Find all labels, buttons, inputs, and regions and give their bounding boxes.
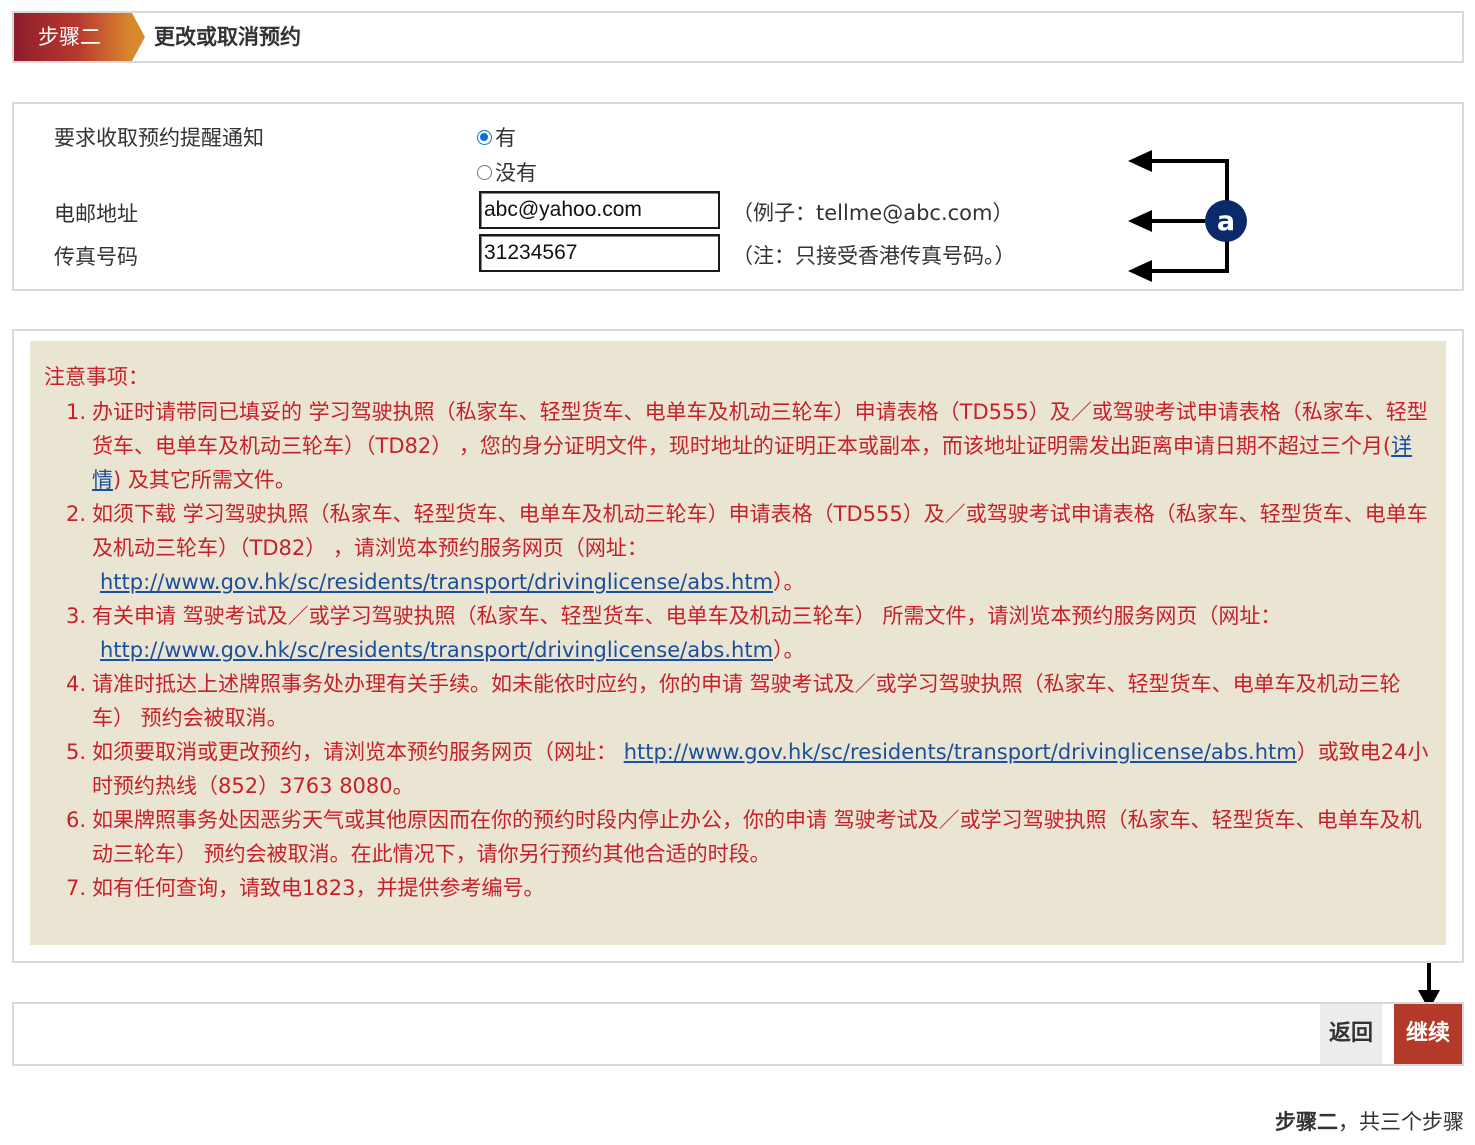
fax-hint: （注：只接受香港传真号码。）	[732, 244, 1016, 268]
fax-field[interactable]	[479, 234, 720, 272]
note-number: 4.	[66, 672, 87, 696]
email-field[interactable]	[479, 191, 720, 229]
note-text: 办证时请带同已填妥的 学习驾驶执照（私家车、轻型货车、电单车及机动三轮车）申请表…	[92, 400, 1428, 458]
note-text: 如须下载 学习驾驶执照（私家车、轻型货车、电单车及机动三轮车）申请表格（TD55…	[92, 502, 1428, 560]
reminder-option-no[interactable]: 没有	[477, 157, 537, 187]
note-number: 3.	[66, 604, 87, 628]
email-hint: （例子：tellme@abc.com）	[732, 201, 1014, 225]
note-item: 5. 如须要取消或更改预约，请浏览本预约服务网页（网址： http://www.…	[66, 735, 1436, 803]
step-progress: 步骤二，共三个步骤	[1275, 1106, 1464, 1136]
note-text-after: ) 及其它所需文件。	[113, 468, 296, 492]
note-text: 如须要取消或更改预约，请浏览本预约服务网页（网址：	[92, 740, 624, 764]
notes-list: 1. 办证时请带同已填妥的 学习驾驶执照（私家车、轻型货车、电单车及机动三轮车）…	[66, 395, 1436, 905]
reminder-no-label: 没有	[495, 161, 537, 185]
fax-label: 传真号码	[54, 245, 138, 269]
note-number: 2.	[66, 502, 87, 526]
button-bar: 返回 继续	[12, 1002, 1464, 1066]
notes-title: 注意事项：	[44, 365, 149, 389]
step-badge: 步骤二	[14, 13, 132, 61]
note-number: 5.	[66, 740, 87, 764]
back-button[interactable]: 返回	[1320, 1004, 1382, 1064]
email-label: 电邮地址	[54, 202, 138, 226]
step-total: ，共三个步骤	[1338, 1110, 1464, 1134]
note-text: 请准时抵达上述牌照事务处办理有关手续。如未能依时应约，你的申请 驾驶考试及／或学…	[92, 672, 1401, 730]
note-text: 如果牌照事务处因恶劣天气或其他原因而在你的预约时段内停止办公，你的申请 驾驶考试…	[92, 808, 1422, 866]
continue-button[interactable]: 继续	[1394, 1004, 1462, 1064]
reminder-label: 要求收取预约提醒通知	[54, 126, 264, 150]
note-item: 7. 如有任何查询，请致电1823，并提供参考编号。	[66, 871, 1436, 905]
note-text-after: ）。	[773, 570, 805, 594]
reminder-no-radio[interactable]	[477, 164, 492, 180]
step-current: 步骤二	[1275, 1110, 1338, 1134]
note-item: 4. 请准时抵达上述牌照事务处办理有关手续。如未能依时应约，你的申请 驾驶考试及…	[66, 667, 1436, 735]
step-title: 更改或取消预约	[154, 25, 301, 49]
note-text: 有关申请 驾驶考试及／或学习驾驶执照（私家车、轻型货车、电单车及机动三轮车） 所…	[92, 604, 1282, 628]
note-item: 3. 有关申请 驾驶考试及／或学习驾驶执照（私家车、轻型货车、电单车及机动三轮车…	[66, 599, 1436, 667]
reminder-form-panel: 要求收取预约提醒通知 有 没有 电邮地址 （例子：tellme@abc.com）…	[12, 102, 1464, 291]
note-item: 6. 如果牌照事务处因恶劣天气或其他原因而在你的预约时段内停止办公，你的申请 驾…	[66, 803, 1436, 871]
reminder-yes-radio[interactable]	[477, 129, 492, 145]
note-number: 1.	[66, 400, 87, 424]
note-item: 1. 办证时请带同已填妥的 学习驾驶执照（私家车、轻型货车、电单车及机动三轮车）…	[66, 395, 1436, 497]
step-badge-arrow	[132, 13, 145, 61]
step-header: 步骤二 更改或取消预约	[12, 11, 1464, 63]
notes-box: 注意事项： 1. 办证时请带同已填妥的 学习驾驶执照（私家车、轻型货车、电单车及…	[30, 341, 1446, 945]
note-number: 6.	[66, 808, 87, 832]
reminder-yes-label: 有	[495, 126, 516, 150]
abs-website-link[interactable]: http://www.gov.hk/sc/residents/transport…	[624, 740, 1297, 764]
note-text: 如有任何查询，请致电1823，并提供参考编号。	[92, 876, 545, 900]
note-number: 7.	[66, 876, 87, 900]
notes-panel: 注意事项： 1. 办证时请带同已填妥的 学习驾驶执照（私家车、轻型货车、电单车及…	[12, 329, 1464, 963]
note-text-after: ）。	[773, 638, 805, 662]
abs-website-link[interactable]: http://www.gov.hk/sc/residents/transport…	[100, 638, 773, 662]
reminder-option-yes[interactable]: 有	[477, 122, 516, 152]
note-item: 2. 如须下载 学习驾驶执照（私家车、轻型货车、电单车及机动三轮车）申请表格（T…	[66, 497, 1436, 599]
abs-website-link[interactable]: http://www.gov.hk/sc/residents/transport…	[100, 570, 773, 594]
